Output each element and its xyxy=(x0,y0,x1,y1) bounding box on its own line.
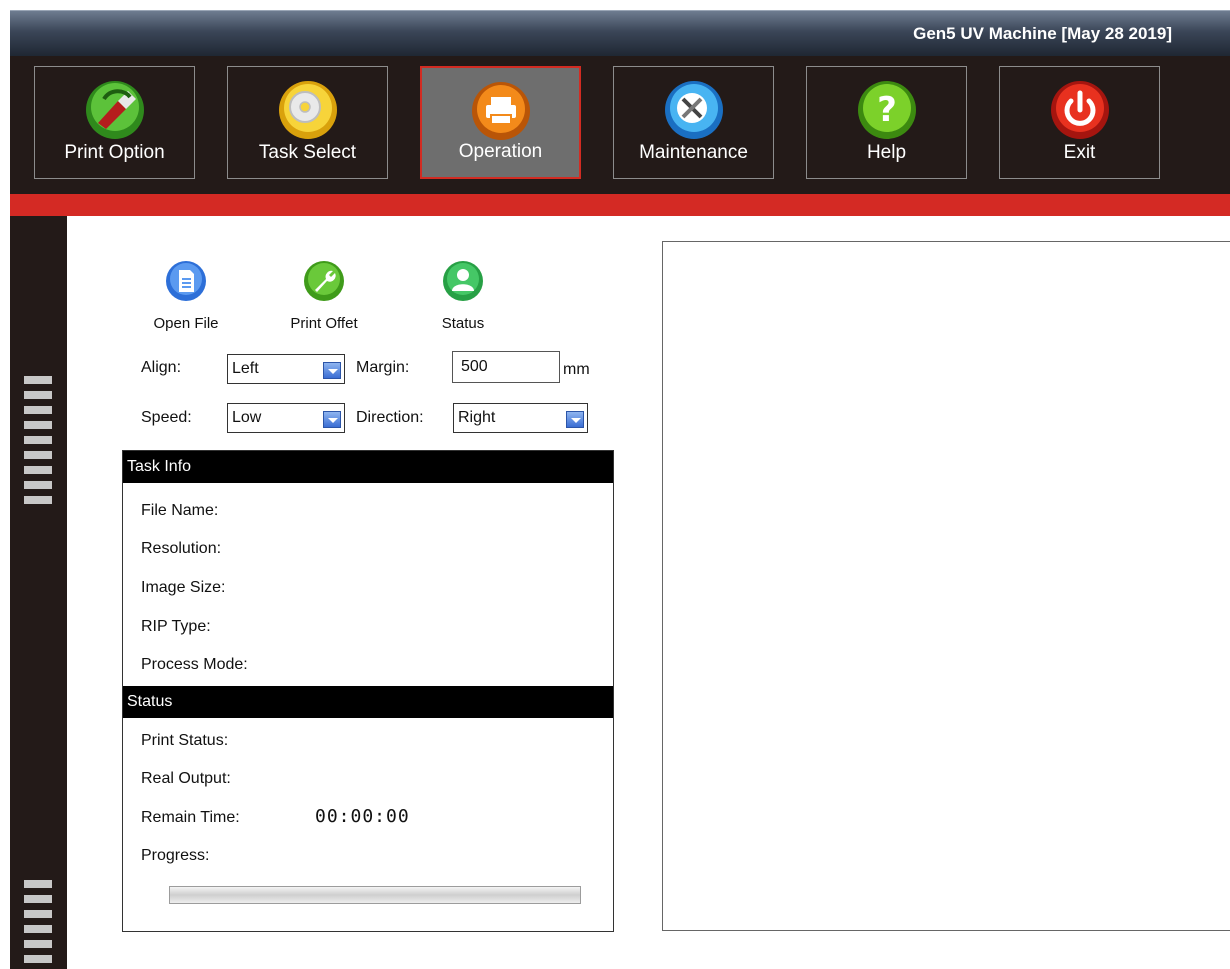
toolbar-label: Task Select xyxy=(258,142,357,163)
print-option-button[interactable]: Print Option xyxy=(34,66,195,179)
resolution-label: Resolution: xyxy=(141,540,222,557)
task-info-header: Task Info xyxy=(123,451,613,483)
toolbar-label: Help xyxy=(866,142,907,163)
left-sidebar-strip xyxy=(10,216,67,969)
power-icon xyxy=(1050,81,1109,139)
disc-icon xyxy=(278,81,337,139)
task-select-button[interactable]: Task Select xyxy=(227,66,388,179)
user-icon xyxy=(443,261,483,301)
strip-marks-bottom xyxy=(24,880,52,969)
speed-select[interactable]: Low xyxy=(227,403,345,433)
help-icon: ? xyxy=(857,81,916,139)
chevron-down-icon xyxy=(323,411,341,428)
status-label: Status xyxy=(441,315,485,332)
direction-select[interactable]: Right xyxy=(453,403,588,433)
strip-marks-top xyxy=(24,376,52,511)
remain-time-value: 00:00:00 xyxy=(315,806,410,827)
margin-input[interactable] xyxy=(452,351,560,383)
toolbar-label: Operation xyxy=(458,141,543,162)
toolbar-label: Print Option xyxy=(64,142,165,163)
rip-type-label: RIP Type: xyxy=(141,618,211,635)
print-preview-area xyxy=(662,241,1230,931)
main-toolbar: Print Option Task Select Operation Maint… xyxy=(10,56,1230,194)
title-bar: Gen5 UV Machine [May 28 2019] xyxy=(10,10,1230,56)
align-value: Left xyxy=(232,360,259,377)
document-icon xyxy=(166,261,206,301)
toolbar-label: Maintenance xyxy=(639,142,748,163)
wrench-icon xyxy=(304,261,344,301)
margin-unit: mm xyxy=(563,361,590,378)
chevron-down-icon xyxy=(566,411,584,428)
print-offset-button[interactable]: Print Offet xyxy=(271,260,377,332)
open-file-button[interactable]: Open File xyxy=(134,260,238,332)
tools-icon xyxy=(664,81,723,139)
window-frame xyxy=(0,0,10,969)
progress-bar xyxy=(169,886,581,904)
margin-label: Margin: xyxy=(356,359,410,376)
progress-label: Progress: xyxy=(141,847,210,864)
print-offset-label: Print Offet xyxy=(290,315,358,332)
task-status-panel: Task Info File Name: Resolution: Image S… xyxy=(122,450,614,932)
toolbar-label: Exit xyxy=(1063,142,1096,163)
window-title: Gen5 UV Machine [May 28 2019] xyxy=(913,24,1172,43)
chevron-down-icon xyxy=(323,362,341,379)
print-option-icon xyxy=(85,81,144,139)
align-label: Align: xyxy=(141,359,182,376)
image-size-label: Image Size: xyxy=(141,579,226,596)
operation-button[interactable]: Operation xyxy=(420,66,581,179)
maintenance-button[interactable]: Maintenance xyxy=(613,66,774,179)
speed-label: Speed: xyxy=(141,409,192,426)
real-output-label: Real Output: xyxy=(141,770,231,787)
process-mode-label: Process Mode: xyxy=(141,656,248,673)
printer-icon xyxy=(471,82,530,140)
svg-text:?: ? xyxy=(877,90,897,130)
open-file-label: Open File xyxy=(153,315,219,332)
direction-label: Direction: xyxy=(356,409,424,426)
speed-value: Low xyxy=(232,409,262,426)
remain-time-label: Remain Time: xyxy=(141,809,240,826)
status-header: Status xyxy=(123,686,613,718)
help-button[interactable]: ? Help xyxy=(806,66,967,179)
align-select[interactable]: Left xyxy=(227,354,345,384)
print-status-label: Print Status: xyxy=(141,732,229,749)
file-name-label: File Name: xyxy=(141,502,219,519)
exit-button[interactable]: Exit xyxy=(999,66,1160,179)
status-button[interactable]: Status xyxy=(424,260,502,332)
direction-value: Right xyxy=(458,409,496,426)
accent-bar xyxy=(10,194,1230,216)
